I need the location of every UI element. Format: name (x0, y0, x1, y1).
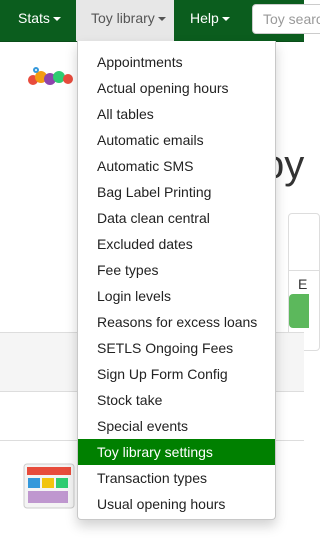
caret-down-icon (221, 17, 230, 22)
nav-stats-menu[interactable]: Stats (18, 0, 70, 41)
side-panel: E (288, 213, 320, 351)
toy-thumbnail-image[interactable] (22, 460, 76, 512)
toy-search-input[interactable] (252, 4, 320, 34)
panel-divider (289, 270, 319, 271)
menu-item-special-events[interactable]: Special events (78, 413, 275, 439)
top-navbar: Stats Toy library Help (0, 0, 320, 42)
menu-item-setls-ongoing-fees[interactable]: SETLS Ongoing Fees (78, 335, 275, 361)
menu-item-fee-types[interactable]: Fee types (78, 257, 275, 283)
panel-action-button[interactable] (289, 294, 309, 328)
menu-item-all-tables[interactable]: All tables (78, 101, 275, 127)
menu-item-data-clean-central[interactable]: Data clean central (78, 205, 275, 231)
panel-text: E (298, 276, 308, 292)
toy-library-dropdown: Appointments Actual opening hours All tabl… (77, 41, 276, 520)
menu-item-stock-take[interactable]: Stock take (78, 387, 275, 413)
menu-item-bag-label-printing[interactable]: Bag Label Printing (78, 179, 275, 205)
menu-item-toy-library-settings[interactable]: Toy library settings (78, 439, 275, 465)
nav-help-label: Help (190, 10, 219, 26)
nav-toy-library-label: Toy library (91, 10, 155, 26)
menu-item-usual-opening-hours[interactable]: Usual opening hours (78, 491, 275, 517)
nav-toy-library-menu[interactable]: Toy library (76, 0, 174, 41)
menu-item-excluded-dates[interactable]: Excluded dates (78, 231, 275, 257)
caret-down-icon (52, 17, 61, 22)
nav-help-menu[interactable]: Help (180, 0, 244, 41)
caret-down-icon (157, 17, 166, 22)
menu-item-actual-opening-hours[interactable]: Actual opening hours (78, 75, 275, 101)
menu-item-sign-up-form-config[interactable]: Sign Up Form Config (78, 361, 275, 387)
menu-item-automatic-emails[interactable]: Automatic emails (78, 127, 275, 153)
menu-item-automatic-sms[interactable]: Automatic SMS (78, 153, 275, 179)
menu-item-reasons-for-excess-loans[interactable]: Reasons for excess loans (78, 309, 275, 335)
menu-item-transaction-types[interactable]: Transaction types (78, 465, 275, 491)
menu-item-appointments[interactable]: Appointments (78, 49, 275, 75)
menu-item-login-levels[interactable]: Login levels (78, 283, 275, 309)
toy-library-logo (28, 67, 73, 85)
nav-stats-label: Stats (18, 10, 50, 26)
